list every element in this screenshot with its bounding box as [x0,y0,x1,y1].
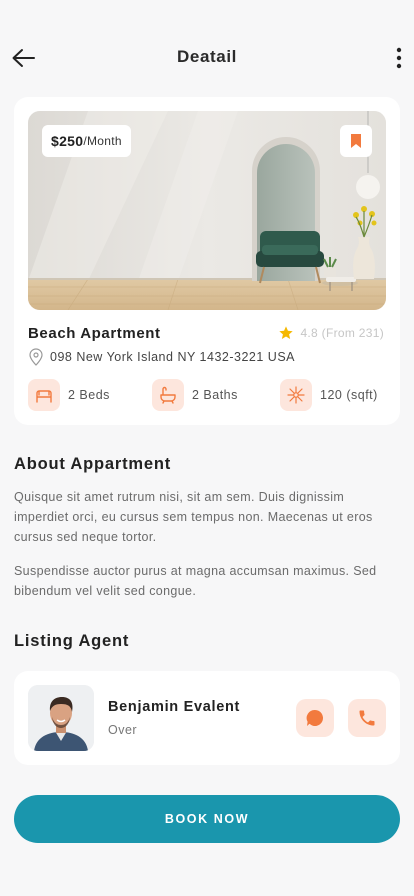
bookmark-icon [351,134,361,148]
feature-beds: 2 Beds [28,379,110,411]
feature-label: 2 Beds [68,388,110,402]
phone-icon [359,710,375,726]
message-agent-button[interactable] [296,699,334,737]
address-text: 098 New York Island NY 1432-3221 USA [50,350,296,364]
about-section-title: About Appartment [14,455,172,473]
agent-card[interactable]: Benjamin Evalent Over [14,671,400,765]
agent-name: Benjamin Evalent [108,699,241,715]
star-icon [279,326,294,339]
bath-icon [152,379,184,411]
call-agent-button[interactable] [348,699,386,737]
price-amount: $250 [51,133,84,149]
rating-text: 4.8 (From 231) [300,326,384,340]
about-paragraph-2: Suspendisse auctor purus at magna accums… [14,564,377,598]
property-rating: 4.8 (From 231) [278,325,384,341]
feature-label: 120 (sqft) [320,388,378,402]
book-now-button[interactable]: BOOK NOW [14,795,400,843]
about-paragraph-1: Quisque sit amet rutrum nisi, sit am sem… [14,490,373,544]
agent-role: Over [108,723,138,737]
property-card[interactable]: $250 /Month [14,97,400,425]
area-icon [280,379,312,411]
avatar [28,685,94,751]
price-period: /Month [83,134,122,148]
bookmark-button[interactable] [340,125,372,157]
agent-section-title: Listing Agent [14,632,130,650]
property-name: Beach Apartment [28,325,161,342]
location-pin-icon [29,348,43,366]
feature-label: 2 Baths [192,388,238,402]
top-bar: Deatail [0,38,414,78]
property-address: 098 New York Island NY 1432-3221 USA [28,348,295,366]
feature-area: 120 (sqft) [280,379,378,411]
feature-baths: 2 Baths [152,379,238,411]
more-options-button[interactable] [394,46,404,70]
page-title: Deatail [177,47,237,66]
bed-icon [28,379,60,411]
price-badge: $250 /Month [42,125,131,157]
property-photo: $250 /Month [28,111,386,310]
more-vertical-icon [396,47,402,69]
chat-bubble-icon [306,709,324,726]
